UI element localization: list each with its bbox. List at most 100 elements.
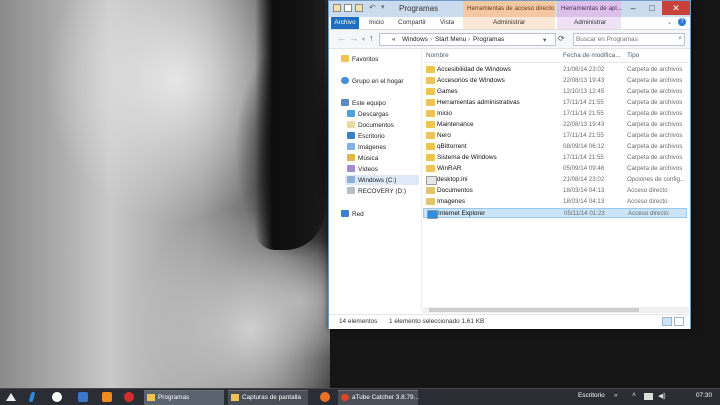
file-date: 17/11/14 21:55 [563, 110, 604, 117]
tab-administrar-shortcut[interactable]: Administrar [463, 17, 555, 29]
vlc-icon[interactable] [102, 392, 112, 402]
nav-documentos[interactable]: Documentos [347, 121, 394, 129]
nav-videos[interactable]: Vídeos [347, 165, 378, 173]
nav-label: Documentos [358, 122, 394, 129]
tab-archivo[interactable]: Archivo [331, 17, 359, 29]
nav-este-equipo[interactable]: Este equipo [341, 99, 386, 107]
tab-vista[interactable]: Vista [440, 19, 454, 26]
details-view-icon[interactable] [662, 317, 672, 326]
back-button[interactable]: ← [337, 34, 346, 43]
breadcrumb-start-menu[interactable]: Start Menu [435, 36, 466, 43]
tab-label: Administrar [574, 19, 607, 26]
table-row[interactable]: Nero 17/11/14 21:55 Carpeta de archivos [423, 131, 687, 141]
table-row[interactable]: Imagenes 18/03/14 04:13 Acceso directo [423, 197, 687, 207]
show-hidden-icons-icon[interactable]: ˄ [632, 392, 636, 399]
recent-locations-button[interactable]: ▾ [362, 36, 365, 45]
documents-icon [347, 121, 355, 128]
nav-red[interactable]: Red [341, 210, 364, 218]
eject-icon[interactable] [6, 393, 16, 401]
table-row[interactable]: Accesibilidad de Windows 21/08/14 23:02 Ca… [423, 65, 687, 75]
breadcrumb-overflow[interactable]: « [392, 36, 396, 43]
forward-button[interactable]: → [349, 34, 358, 43]
large-icons-view-icon[interactable] [674, 317, 684, 326]
table-row[interactable]: Documentos 18/03/14 04:13 Acceso directo [423, 186, 687, 196]
properties-icon[interactable] [344, 4, 352, 12]
table-row[interactable]: qBittorrent 08/09/14 06:12 Carpeta de arch… [423, 142, 687, 152]
nav-imagenes[interactable]: Imágenes [347, 143, 386, 151]
close-button[interactable]: ✕ [662, 1, 690, 15]
table-row[interactable]: Maintenance 22/08/13 19:43 Carpeta de arch… [423, 120, 687, 130]
taskbar-item-capturas[interactable]: Capturas de pantalla [228, 390, 308, 405]
contextual-tab-app-tools[interactable]: Herramientas de apl... [557, 1, 622, 17]
tab-compartir[interactable]: Compartir [398, 19, 426, 26]
table-row[interactable]: Accesorios de Windows 22/08/13 19:43 Carpe… [423, 76, 687, 86]
chevron-down-icon[interactable]: ▾ [381, 3, 385, 11]
chevron-down-icon[interactable]: ▾ [543, 36, 546, 44]
nav-escritorio[interactable]: Escritorio [347, 132, 385, 140]
help-icon[interactable]: ? [678, 18, 686, 26]
refresh-icon[interactable]: ⟳ [558, 34, 565, 43]
minimize-button[interactable]: – [623, 1, 643, 15]
file-name: Nero [437, 132, 451, 139]
nav-musica[interactable]: Música [347, 154, 378, 162]
nav-favoritos[interactable]: Favoritos [341, 55, 378, 63]
file-date: 17/11/14 21:55 [563, 154, 604, 161]
drive-icon [347, 176, 355, 183]
opera-icon[interactable] [124, 392, 134, 402]
nav-grupo-hogar[interactable]: Grupo en el hogar [341, 77, 404, 85]
folder-icon [426, 121, 435, 128]
file-date: 18/03/14 04:13 [563, 198, 605, 205]
new-folder-icon[interactable] [355, 4, 363, 12]
breadcrumb-windows[interactable]: Windows [402, 36, 428, 43]
horizontal-scrollbar[interactable] [423, 307, 689, 313]
taskbar-item-programas[interactable]: Programas [144, 390, 224, 405]
chevron-right-icon: › [430, 36, 433, 43]
search-input[interactable] [576, 34, 668, 44]
chevron-right-icon[interactable]: » [614, 392, 618, 399]
title-bar[interactable]: ↶ ▾ Programas Herramientas de acceso dir… [329, 1, 690, 17]
file-explorer-icon[interactable] [78, 392, 88, 402]
column-header-type[interactable]: Tipo [627, 52, 639, 59]
column-header-name[interactable]: Nombre [426, 52, 449, 59]
windows-flag-icon[interactable] [28, 392, 36, 402]
tab-administrar-app[interactable]: Administrar [557, 17, 621, 29]
volume-icon[interactable]: ◀) [658, 392, 666, 400]
nav-windows-c[interactable]: Windows (C:) [345, 175, 419, 185]
table-row[interactable]: Herramientas administrativas 17/11/14 21:… [423, 98, 687, 108]
table-row[interactable]: Inicio 17/11/14 21:55 Carpeta de archivos [423, 109, 687, 119]
table-row[interactable]: Games 12/10/13 12:45 Carpeta de archivos [423, 87, 687, 97]
table-row[interactable]: desktop.ini 21/08/14 23:02 Opciones de con… [423, 175, 687, 185]
address-bar[interactable]: « Windows › Start Menu › Programas ▾ [379, 33, 556, 46]
maximize-button[interactable]: □ [642, 1, 662, 15]
file-type: Carpeta de archivos [627, 165, 683, 172]
hp-icon[interactable] [52, 392, 62, 402]
file-name: qBittorrent [437, 143, 467, 150]
table-row[interactable]: WinRAR 05/09/14 09:46 Carpeta de archivos [423, 164, 687, 174]
column-header-date[interactable]: Fecha de modifica... [563, 52, 621, 59]
breadcrumb-programas[interactable]: Programas [473, 36, 504, 43]
folder-icon [231, 394, 239, 401]
undo-icon[interactable]: ↶ [369, 3, 376, 12]
contextual-tab-shortcut-tools[interactable]: Herramientas de acceso directo [463, 1, 555, 17]
table-row[interactable]: Internet Explorer 05/11/14 01:23 Acceso di… [423, 208, 687, 219]
chevron-down-icon[interactable]: ⌄ [667, 19, 672, 26]
search-icon[interactable]: ⌕ [678, 35, 682, 43]
desktop-toolbar[interactable]: Escritorio [578, 392, 605, 399]
tab-inicio[interactable]: Inicio [369, 19, 384, 26]
clock[interactable]: 07:30 [696, 392, 712, 399]
star-icon [341, 55, 349, 62]
selection-info: 1 elemento seleccionado 1,61 KB [389, 318, 485, 325]
network-icon[interactable] [644, 393, 653, 400]
taskbar-item-atube-catcher[interactable]: aTube Catcher 3.8.79... [338, 390, 419, 405]
videos-icon [347, 165, 355, 172]
firefox-icon[interactable] [320, 392, 330, 402]
file-date: 21/08/14 23:02 [563, 176, 605, 183]
nav-recovery-d[interactable]: RECOVERY (D:) [347, 187, 406, 195]
scrollbar-thumb[interactable] [429, 308, 639, 312]
nav-descargas[interactable]: Descargas [347, 110, 389, 118]
window-title: Programas [399, 4, 439, 13]
file-name: Games [437, 88, 458, 95]
search-box[interactable]: ⌕ [573, 33, 685, 46]
table-row[interactable]: Sistema de Windows 17/11/14 21:55 Carpeta … [423, 153, 687, 163]
up-button[interactable]: ↑ [369, 34, 374, 43]
